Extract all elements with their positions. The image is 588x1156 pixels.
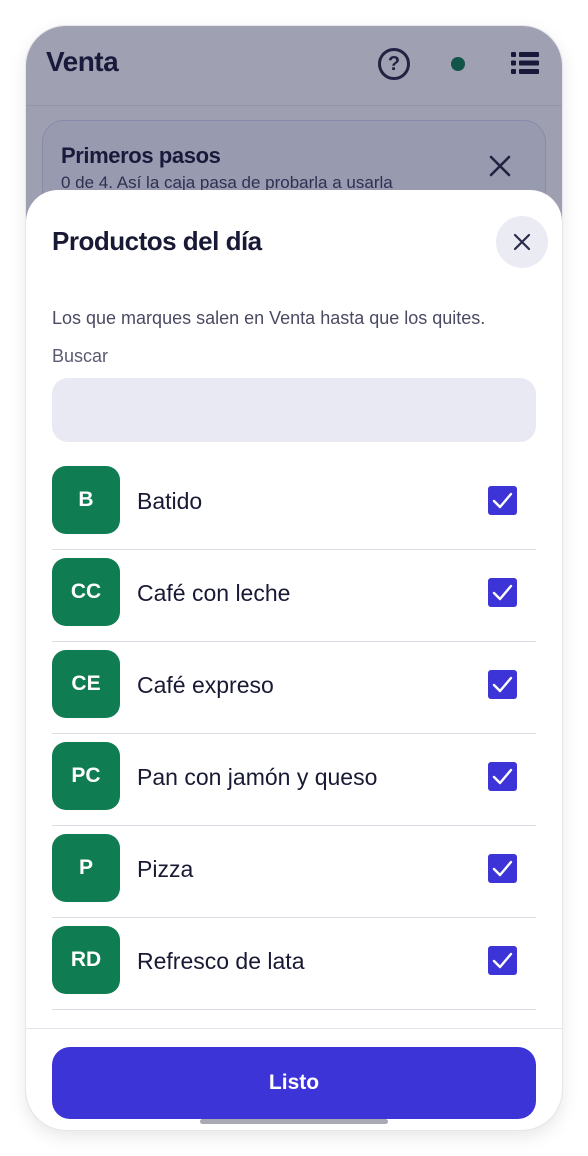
product-name: Batido xyxy=(137,488,203,514)
products-sheet: Productos del día Los que marques salen … xyxy=(26,190,562,1130)
product-avatar: CC xyxy=(52,558,120,626)
footer-divider xyxy=(26,1028,562,1029)
checkmark-icon xyxy=(492,492,513,509)
search-input[interactable] xyxy=(52,378,536,442)
checkmark-icon xyxy=(492,584,513,601)
checkmark-icon xyxy=(492,860,513,877)
sheet-description: Los que marques salen en Venta hasta que… xyxy=(52,308,486,328)
checkmark-icon xyxy=(492,768,513,785)
product-checkbox[interactable] xyxy=(488,946,517,975)
checkmark-icon xyxy=(492,676,513,693)
done-button[interactable]: Listo xyxy=(52,1047,536,1119)
product-item[interactable]: B Batido xyxy=(52,458,536,550)
product-name: Café expreso xyxy=(137,672,274,698)
search-label: Buscar xyxy=(52,346,109,366)
product-checkbox[interactable] xyxy=(488,762,517,791)
close-icon xyxy=(513,233,531,251)
product-name: Pizza xyxy=(137,856,194,882)
product-list: B Batido CC Café con leche CE Café expre… xyxy=(52,458,536,1010)
product-name: Pan con jamón y queso xyxy=(137,764,378,790)
product-item[interactable]: RD Refresco de lata xyxy=(52,918,536,1010)
product-checkbox[interactable] xyxy=(488,578,517,607)
phone-frame: Venta ? Primeros pasos 0 de 4. Así la ca… xyxy=(26,26,562,1130)
product-name: Refresco de lata xyxy=(137,948,305,974)
product-avatar: P xyxy=(52,834,120,902)
product-avatar: RD xyxy=(52,926,120,994)
product-avatar: B xyxy=(52,466,120,534)
home-indicator xyxy=(200,1119,388,1124)
product-checkbox[interactable] xyxy=(488,486,517,515)
product-checkbox[interactable] xyxy=(488,854,517,883)
product-item[interactable]: PC Pan con jamón y queso xyxy=(52,734,536,826)
product-item[interactable]: CC Café con leche xyxy=(52,550,536,642)
product-avatar: CE xyxy=(52,650,120,718)
product-item[interactable]: CE Café expreso xyxy=(52,642,536,734)
product-item[interactable]: P Pizza xyxy=(52,826,536,918)
checkmark-icon xyxy=(492,952,513,969)
product-name: Café con leche xyxy=(137,580,291,606)
sheet-close-button[interactable] xyxy=(496,216,548,268)
product-checkbox[interactable] xyxy=(488,670,517,699)
sheet-title: Productos del día xyxy=(52,226,262,256)
product-avatar: PC xyxy=(52,742,120,810)
